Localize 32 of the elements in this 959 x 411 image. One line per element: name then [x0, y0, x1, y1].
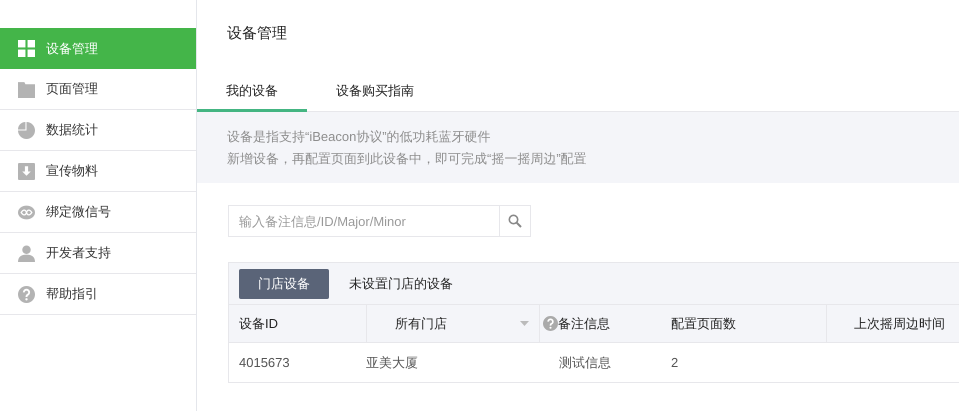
- sidebar-item[interactable]: 帮助指引: [0, 274, 196, 315]
- download-icon: [18, 162, 35, 180]
- sidebar-item[interactable]: 绑定微信号: [0, 192, 196, 233]
- help-icon: [18, 286, 35, 302]
- table-cell-text: 亚美大厦: [366, 354, 418, 372]
- search-icon: [508, 214, 522, 228]
- filter-button[interactable]: 未设置门店的设备: [349, 268, 453, 298]
- pie-chart-icon: [18, 122, 35, 138]
- grid-icon: [18, 40, 35, 57]
- column-header: 配置页面数: [671, 314, 736, 333]
- table-cell-text: 测试信息: [559, 354, 611, 372]
- chat-bubble-icon: [18, 204, 35, 220]
- help-icon: [543, 316, 558, 331]
- sidebar-item[interactable]: 数据统计: [0, 110, 196, 151]
- filter-button[interactable]: 门店设备: [239, 268, 329, 298]
- notice-text: 设备是指支持“iBeacon协议”的低功耗蓝牙硬件: [227, 128, 492, 146]
- person-icon: [18, 244, 35, 262]
- notice-text: 新增设备，再配置页面到此设备中，即可完成“摇一摇周边”配置: [227, 150, 588, 168]
- sidebar-item[interactable]: 开发者支持: [0, 233, 196, 274]
- column-header: 备注信息: [558, 314, 610, 333]
- search-field[interactable]: 输入备注信息/ID/Major/Minor: [228, 205, 500, 237]
- column-header: 设备ID: [239, 314, 278, 333]
- sidebar-item[interactable]: 宣传物料: [0, 151, 196, 192]
- table-cell-text: 2: [671, 354, 678, 372]
- search-button[interactable]: [500, 205, 531, 237]
- sidebar-item[interactable]: 页面管理: [0, 69, 196, 110]
- column-header: 所有门店: [395, 314, 447, 333]
- column-header: 上次摇周边时间: [854, 314, 945, 333]
- folder-icon: [18, 80, 35, 98]
- tab[interactable]: 设备购买指南: [307, 70, 443, 112]
- table-cell-text: 4015673: [239, 354, 290, 372]
- page-title: 设备管理: [227, 24, 287, 44]
